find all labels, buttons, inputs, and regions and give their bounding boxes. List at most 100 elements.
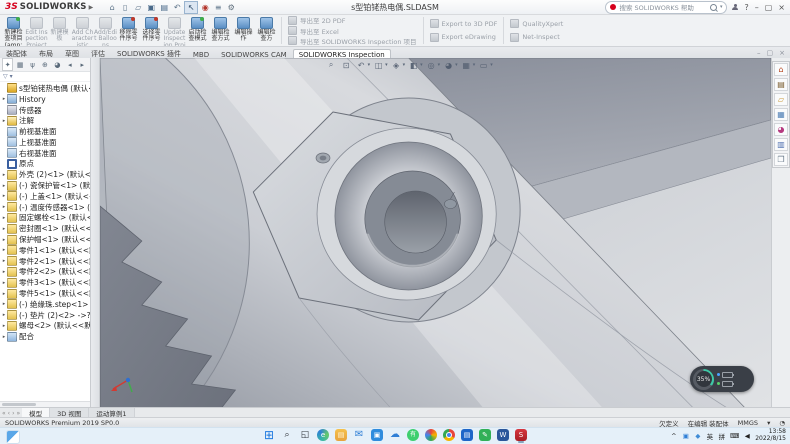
save-icon[interactable]: ▣ [145,2,157,13]
launch-inspection-mode-button[interactable]: 启动检查模式 [186,15,209,46]
tree-item[interactable]: s型铂铑热电偶 (默认<默认_显示状态-1 [0,83,90,94]
reader-icon[interactable]: ▤ [461,429,473,441]
tree-item[interactable]: 外壳 (2)<1> (默认<<默认>_显示状 [0,169,90,180]
view-settings-icon[interactable]: ▭ [477,59,490,71]
onedrive-icon[interactable]: ☁ [389,429,401,441]
graphics-area[interactable]: ⌕ ▾ ⊡ ▾ ↶ ▾ ◫ ▾ [100,58,771,408]
tree-item[interactable]: 前视基准面 [0,126,90,137]
displaymanager-tab[interactable]: ◕ [52,58,63,71]
remove-balloons-button[interactable]: 移除零件序号 [117,15,140,46]
propertymanager-tab[interactable]: ▦ [14,58,25,71]
hidden-icons-chevron[interactable]: ^ [670,431,678,441]
select-balloons-button[interactable]: 选择零件序号 [140,15,163,46]
tree-item[interactable]: 螺母<2> (默认<<默认>_显示状态 [0,321,90,332]
menu-expand-icon[interactable]: ▶ [89,4,94,11]
edit-inspection-method-button[interactable]: 编辑检查方式 [209,15,232,46]
scrollbar-thumb[interactable] [2,403,36,406]
task-view-icon[interactable]: ◱ [299,429,311,441]
add-characteristic-button[interactable]: Add Characteristic [71,15,94,46]
undo-icon[interactable]: ↶ [171,2,183,13]
tree-item[interactable]: (-) 垫片 (2)<2> ->? (默认<<默认> [0,310,90,321]
update-inspection-project-button[interactable]: Update Inspection Project [163,15,186,46]
qualityxpert-item[interactable]: QualityXpert [510,19,563,28]
hide-show-items-icon[interactable]: ◎ [425,59,438,71]
view-palette-icon[interactable]: ▦ [774,108,788,121]
panel-tab-scroll-left[interactable]: ◂ [64,58,75,71]
home-icon[interactable]: ⌂ [106,2,118,13]
new-document-icon[interactable]: ▯ [119,2,131,13]
rebuild-icon[interactable]: ◉ [199,2,211,13]
battery-status-widget[interactable]: 35% [690,366,754,392]
configurationmanager-tab[interactable]: ψ [27,58,38,71]
close-button[interactable]: × [778,3,785,12]
view-orientation-icon[interactable]: ◈ [390,59,403,71]
tree-item[interactable]: (-) 上盖<1> (默认<<默认>_显示状 [0,191,90,202]
design-library-icon[interactable]: ▤ [774,78,788,91]
tree-item[interactable]: 右视基准面 [0,148,90,159]
microsoft-store-icon[interactable]: ▣ [371,429,383,441]
mail-icon[interactable]: ✉ [353,429,365,441]
section-view-icon[interactable]: ◫ [372,59,385,71]
search-icon[interactable] [710,4,717,11]
edit-appearance-icon[interactable]: ◕ [442,59,455,71]
export-3d-pdf-item[interactable]: Export to 3D PDF [430,19,498,28]
photos-icon[interactable] [425,429,437,441]
dropdown-caret-icon[interactable]: ▾ [473,62,476,68]
login-button[interactable] [732,4,738,10]
unit-system[interactable]: MMGS [738,419,758,427]
solidworks-taskbar-icon[interactable]: S [515,429,527,441]
youdao-icon[interactable]: 有 [407,429,419,441]
previous-view-icon[interactable]: ↶ [355,59,368,71]
tree-item[interactable]: 零件1<1> (默认<<默认>_显示状态 [0,245,90,256]
edge-icon[interactable]: e [317,429,329,441]
restore-button[interactable]: ▢ [765,3,773,12]
custom-properties-icon[interactable]: ▥ [774,138,788,151]
taskbar-search-icon[interactable]: ⌕ [281,429,293,441]
options-gear-icon[interactable]: ⚙ [225,2,237,13]
dimxpertmanager-tab[interactable]: ⊕ [39,58,50,71]
dropdown-caret-icon[interactable]: ▾ [368,62,371,68]
select-arrow-icon[interactable]: ↖ [184,1,198,14]
tree-item[interactable]: 注解 [0,115,90,126]
export-edrawing-item[interactable]: Export eDrawing [430,33,498,42]
ime-mode-indicator[interactable]: 拼 [718,431,726,441]
print-icon[interactable]: ▤ [158,2,170,13]
zoom-area-icon[interactable]: ⊡ [340,59,353,71]
tab-scroll-button[interactable]: « [2,410,6,417]
open-document-icon[interactable]: ▱ [132,2,144,13]
apply-scene-icon[interactable]: ▦ [460,59,473,71]
tree-item[interactable]: (-) 绝缘珠.step<1> (默认<<默认> [0,299,90,310]
file-explorer-pane-icon[interactable]: ▱ [774,93,788,106]
add-edit-balloons-button[interactable]: Add/Edit Balloons [94,15,117,46]
tree-item[interactable]: 保护帽<1> (默认<<默认>_显示状 [0,234,90,245]
search-input[interactable]: 搜索 SOLIDWORKS 帮助 ▾ [605,1,727,14]
edit-inspection-button[interactable]: 编辑检查方 [255,15,278,46]
start-button[interactable]: ⊞ [263,429,275,441]
dropdown-caret-icon[interactable]: ▾ [438,62,441,68]
minimize-button[interactable]: – [755,3,759,12]
task-pane-more-icon[interactable]: ❐ [774,153,788,166]
tree-item[interactable]: 零件5<1> (默认<<默认>_显示状态 [0,288,90,299]
tree-item[interactable]: 零件2<1> (默认<<默认>_显示状态 [0,256,90,267]
tab-scroll-button[interactable]: ‹ [8,410,10,417]
doc-close-button[interactable]: × [779,49,785,57]
filter-funnel-icon[interactable]: ▽ [3,73,8,80]
export-inspection-project-item[interactable]: 导出至 SOLIDWORKS Inspection 项目 [288,36,417,46]
dropdown-caret-icon[interactable]: ▾ [455,62,458,68]
zoom-fit-icon[interactable]: ⌕ [325,59,338,71]
tab-scroll-button[interactable]: » [16,410,20,417]
tree-filter-row[interactable]: ▽ ▾ [0,72,90,82]
ime-language-indicator[interactable]: 英 [706,431,714,441]
panel-tab-scroll-right[interactable]: ▸ [77,58,88,71]
edit-operation-button[interactable]: 编辑操作 [232,15,255,46]
new-inspection-project-button[interactable]: 新建检查项目 (amp;N) [2,15,25,46]
featuremanager-design-tree-tab[interactable]: ✦ [2,58,13,71]
appearances-scenes-icon[interactable]: ◕ [774,123,788,136]
export-2d-pdf-item[interactable]: 导出至 2D PDF [288,15,417,25]
dropdown-caret-icon[interactable]: ▾ [403,62,406,68]
solidworks-resources-icon[interactable]: ⌂ [774,63,788,76]
tree-item[interactable]: 密封圈<1> (默认<<默认>_显示状 [0,223,90,234]
tree-item[interactable]: History [0,94,90,105]
panel-splitter[interactable] [91,58,100,408]
volume-icon[interactable]: ◀ [743,431,751,441]
